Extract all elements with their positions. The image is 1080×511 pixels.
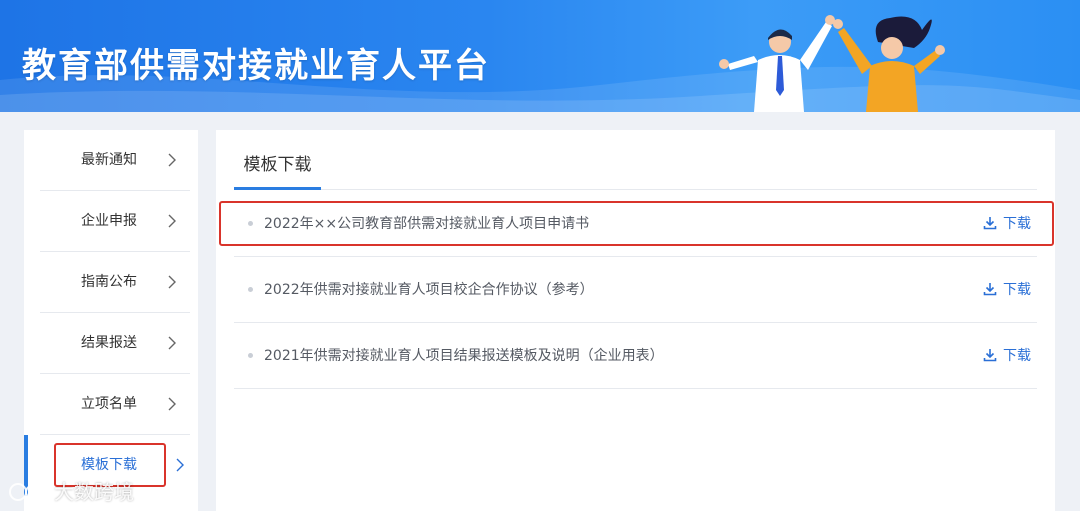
high-five-illustration — [719, 15, 945, 112]
download-label: 下载 — [1003, 282, 1031, 298]
chevron-right-icon — [168, 275, 176, 289]
sidebar-item-label: 指南公布 — [81, 274, 137, 290]
sidebar-item-label: 企业申报 — [81, 213, 137, 229]
sidebar-item-project-list[interactable]: 立项名单 — [40, 374, 190, 435]
sidebar-item-guide-publication[interactable]: 指南公布 — [40, 252, 190, 313]
file-list-item: 2022年××公司教育部供需对接就业育人项目申请书 下载 — [234, 191, 1037, 257]
chevron-right-icon — [176, 458, 184, 472]
sidebar-item-label: 最新通知 — [81, 152, 137, 168]
file-name[interactable]: 2021年供需对接就业育人项目结果报送模板及说明（企业用表） — [264, 323, 664, 389]
sidebar-nav: 最新通知 企业申报 指南公布 结果报送 立项名单 模板下载 — [24, 130, 198, 511]
watermark: 大数跨境 — [8, 476, 134, 506]
file-list-item: 2021年供需对接就业育人项目结果报送模板及说明（企业用表） 下载 — [234, 323, 1037, 389]
sidebar-item-enterprise-application[interactable]: 企业申报 — [40, 191, 190, 252]
download-link[interactable]: 下载 — [983, 323, 1031, 389]
tab-bar: 模板下载 — [234, 130, 1037, 190]
sidebar-item-label: 结果报送 — [81, 335, 137, 351]
header-banner: 教育部供需对接就业育人平台 — [0, 0, 1080, 112]
man-figure — [719, 15, 835, 112]
watermark-text: 大数跨境 — [54, 480, 134, 504]
download-icon — [983, 283, 997, 296]
bullet-dot-icon — [248, 221, 253, 226]
download-link[interactable]: 下载 — [983, 191, 1031, 257]
main-content: 模板下载 2022年××公司教育部供需对接就业育人项目申请书 下载 2022年供… — [216, 130, 1055, 511]
file-name[interactable]: 2022年××公司教育部供需对接就业育人项目申请书 — [264, 191, 589, 257]
tab-template-download[interactable]: 模板下载 — [234, 130, 321, 190]
file-name[interactable]: 2022年供需对接就业育人项目校企合作协议（参考） — [264, 257, 594, 323]
platform-title: 教育部供需对接就业育人平台 — [22, 46, 490, 86]
download-link[interactable]: 下载 — [983, 257, 1031, 323]
download-label: 下载 — [1003, 348, 1031, 364]
woman-figure — [833, 16, 945, 112]
watermark-logo-icon — [9, 483, 47, 501]
sidebar-item-label: 立项名单 — [81, 396, 137, 412]
bullet-dot-icon — [248, 287, 253, 292]
download-icon — [983, 349, 997, 362]
chevron-right-icon — [168, 336, 176, 350]
download-label: 下载 — [1003, 216, 1031, 232]
chevron-right-icon — [168, 397, 176, 411]
chevron-right-icon — [168, 214, 176, 228]
sidebar-item-latest-notice[interactable]: 最新通知 — [40, 130, 190, 191]
bullet-dot-icon — [248, 353, 253, 358]
file-list-item: 2022年供需对接就业育人项目校企合作协议（参考） 下载 — [234, 257, 1037, 323]
download-icon — [983, 217, 997, 230]
chevron-right-icon — [168, 153, 176, 167]
sidebar-item-result-report[interactable]: 结果报送 — [40, 313, 190, 374]
